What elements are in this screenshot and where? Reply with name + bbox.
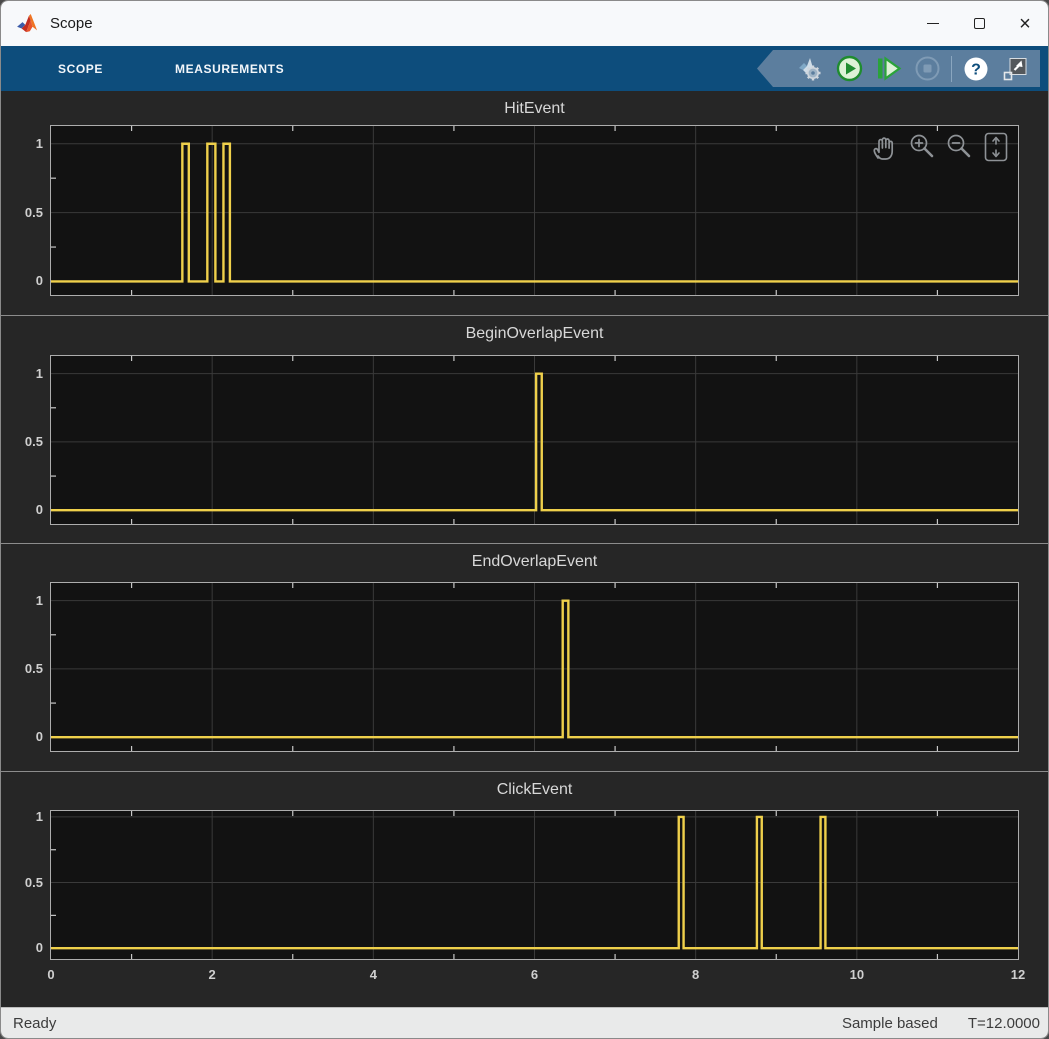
pan-hand-icon[interactable] xyxy=(869,129,901,165)
close-button[interactable]: × xyxy=(1002,1,1048,46)
y-tick-label: 0 xyxy=(1,501,43,519)
x-tick-label: 8 xyxy=(692,967,699,982)
minimize-icon xyxy=(927,23,939,24)
plot-panel-clickevent: ClickEvent 1 0.5 00 2 4 6 8 10 12 xyxy=(1,771,1048,1009)
plot-title: HitEvent xyxy=(50,100,1019,118)
step-forward-button[interactable] xyxy=(873,54,903,84)
plot-panel-endoverlapevent: EndOverlapEvent 1 0.5 0 xyxy=(1,543,1048,771)
toolbar-separator xyxy=(951,56,952,82)
zoom-in-icon[interactable] xyxy=(906,129,938,165)
y-tick-label: 0.5 xyxy=(1,204,43,222)
close-icon: × xyxy=(1019,14,1031,34)
dock-icon xyxy=(1002,56,1028,82)
y-tick-label: 1 xyxy=(1,592,43,610)
maximize-button[interactable] xyxy=(956,1,1002,46)
y-tick-label: 1 xyxy=(1,135,43,153)
y-tick-label: 0.5 xyxy=(1,874,43,892)
zoom-out-icon[interactable] xyxy=(943,129,975,165)
y-tick-label: 0.5 xyxy=(1,433,43,451)
matlab-logo-icon xyxy=(17,14,39,34)
stop-icon xyxy=(914,55,941,82)
x-tick-label: 10 xyxy=(850,967,864,982)
x-tick-label: 2 xyxy=(209,967,216,982)
plot-panel-hitevent: HitEvent xyxy=(1,91,1048,315)
minimize-button[interactable] xyxy=(910,1,956,46)
title-bar: Scope × xyxy=(1,1,1048,46)
x-tick-label: 6 xyxy=(531,967,538,982)
tab-scope[interactable]: SCOPE xyxy=(58,62,103,76)
dock-button[interactable] xyxy=(1000,54,1030,84)
stop-button xyxy=(912,54,942,84)
status-state: Ready xyxy=(13,1015,56,1032)
plot-title: ClickEvent xyxy=(50,781,1019,799)
y-tick-label: 0 xyxy=(1,939,43,957)
plot-area[interactable] xyxy=(50,582,1019,752)
x-tick-label: 4 xyxy=(370,967,377,982)
step-forward-icon xyxy=(875,55,902,82)
scope-window: Scope × SCOPE MEASUREMENTS xyxy=(0,0,1049,1039)
y-tick-label: 1 xyxy=(1,365,43,383)
y-tick-label: 0 xyxy=(1,728,43,746)
run-button[interactable] xyxy=(834,54,864,84)
x-tick-label: 0 xyxy=(47,967,54,982)
status-sample-mode: Sample based xyxy=(842,1015,938,1032)
tab-measurements[interactable]: MEASUREMENTS xyxy=(175,62,284,76)
plot-area[interactable] xyxy=(50,355,1019,525)
window-title: Scope xyxy=(50,15,93,32)
plot-tools-overlay xyxy=(869,129,1012,165)
run-icon xyxy=(836,55,863,82)
y-tick-label: 1 xyxy=(1,808,43,826)
quick-action-band: ? xyxy=(757,50,1040,87)
simulation-settings-button[interactable] xyxy=(795,54,825,84)
plot-title: EndOverlapEvent xyxy=(50,553,1019,571)
help-icon: ? xyxy=(963,56,989,82)
scope-display-area: HitEvent xyxy=(1,91,1048,1009)
ribbon-toolbar: SCOPE MEASUREMENTS xyxy=(1,46,1048,91)
help-button[interactable]: ? xyxy=(961,54,991,84)
status-sim-time: T=12.0000 xyxy=(968,1015,1040,1032)
y-tick-label: 0.5 xyxy=(1,660,43,678)
y-tick-label: 0 xyxy=(1,272,43,290)
plot-title: BeginOverlapEvent xyxy=(50,325,1019,343)
svg-text:?: ? xyxy=(971,61,981,78)
plot-panel-beginoverlapevent: BeginOverlapEvent 1 0.5 0 xyxy=(1,315,1048,543)
simulation-settings-icon xyxy=(796,55,824,83)
status-bar: Ready Sample based T=12.0000 xyxy=(1,1007,1048,1038)
plot-area[interactable] xyxy=(50,810,1019,960)
x-tick-label: 12 xyxy=(1011,967,1025,982)
maximize-icon xyxy=(974,18,985,29)
fit-to-view-icon[interactable] xyxy=(980,129,1012,165)
